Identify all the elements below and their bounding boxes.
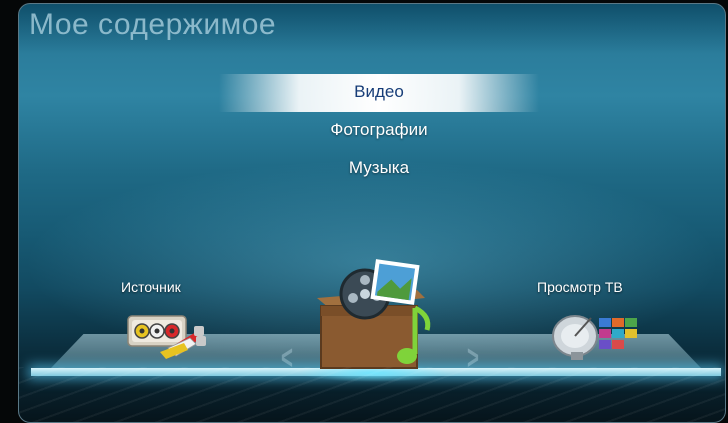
media-box-icon[interactable]: [307, 258, 437, 376]
menu-item-video[interactable]: Видео: [219, 74, 539, 112]
my-contents-screen: Мое содержимое Видео Фотографии Музыка И…: [18, 3, 726, 423]
prev-arrow-icon[interactable]: <: [281, 339, 293, 378]
menu-item-photos[interactable]: Фотографии: [219, 112, 539, 150]
next-arrow-icon[interactable]: >: [467, 339, 479, 378]
av-source-icon[interactable]: [126, 310, 218, 360]
selection-glow: [299, 364, 449, 382]
satellite-tv-icon[interactable]: [549, 306, 639, 362]
content-menu: Видео Фотографии Музыка: [219, 74, 539, 188]
page-title: Мое содержимое: [29, 8, 277, 41]
source-label: Источник: [121, 279, 181, 295]
menu-item-music[interactable]: Музыка: [219, 150, 539, 188]
tv-frame: Мое содержимое Видео Фотографии Музыка И…: [0, 0, 728, 423]
watch-tv-label: Просмотр ТВ: [537, 279, 623, 295]
